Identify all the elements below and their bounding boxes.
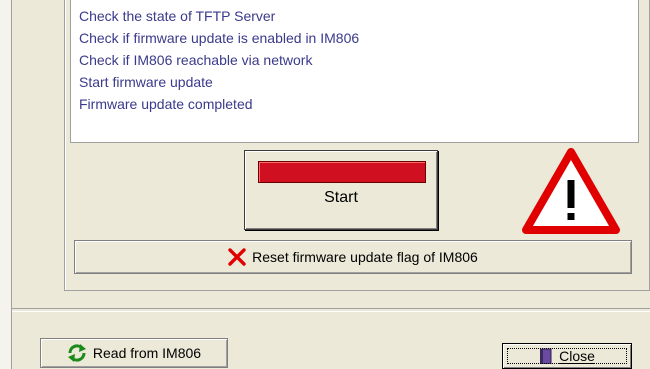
log-line: Check the state of TFTP Server: [79, 8, 276, 24]
red-x-icon: [228, 248, 246, 266]
reset-button-label: Reset firmware update flag of IM806: [252, 249, 478, 265]
log-line: Check if firmware update is enabled in I…: [79, 30, 360, 46]
read-button-label: Read from IM806: [92, 345, 202, 361]
start-button[interactable]: Start: [244, 150, 438, 230]
log-line: Firmware update completed: [79, 96, 253, 112]
status-log: Check the state of TFTP Server Check if …: [70, 0, 639, 143]
warning-triangle-icon: [522, 148, 620, 234]
log-line: Check if IM806 reachable via network: [79, 52, 313, 68]
focus-rectangle: [507, 348, 627, 364]
window-left-edge: [0, 0, 12, 369]
close-button[interactable]: Close: [502, 343, 632, 369]
refresh-icon: [67, 344, 86, 362]
start-button-label: Start: [324, 189, 358, 206]
log-line: Start firmware update: [79, 74, 213, 90]
read-from-device-button[interactable]: Read from IM806: [40, 338, 228, 368]
reset-firmware-flag-button[interactable]: Reset firmware update flag of IM806: [74, 240, 632, 274]
status-indicator-bar: [258, 161, 426, 183]
divider: [12, 308, 650, 312]
